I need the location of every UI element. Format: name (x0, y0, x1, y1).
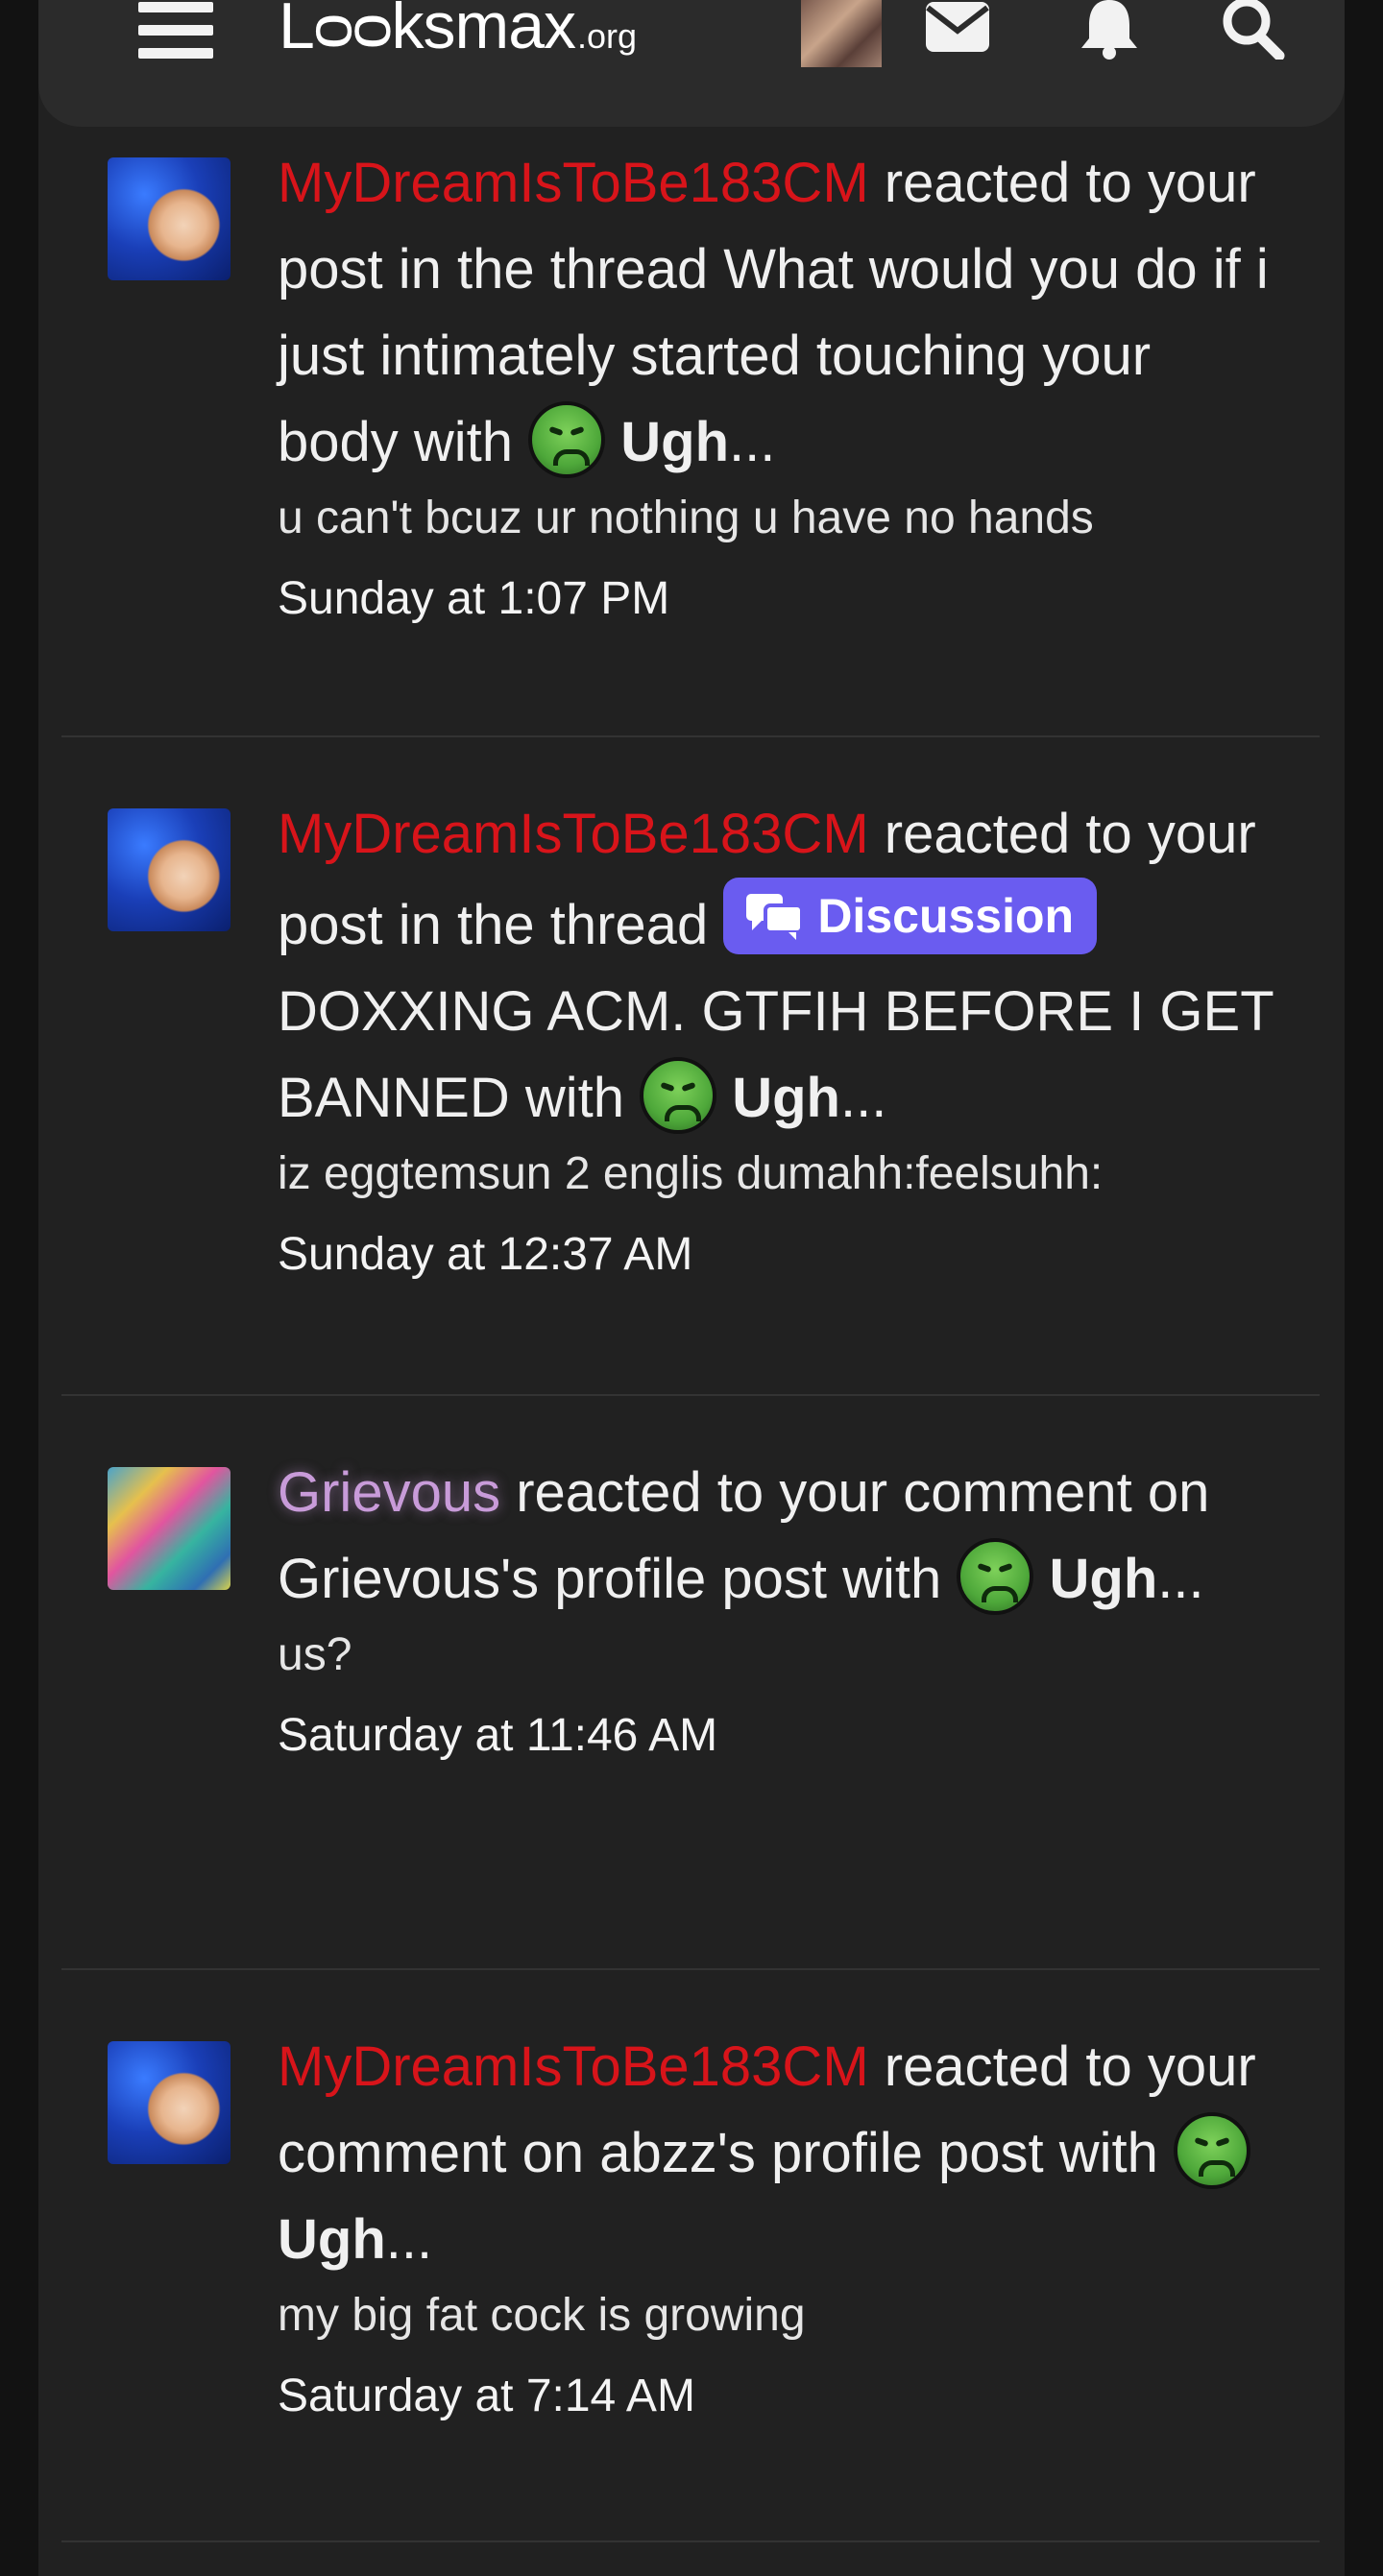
right-gutter (1345, 0, 1383, 2576)
alert-message: MyDreamIsToBe183CM reacted to your post … (278, 140, 1281, 486)
alert-snippet: iz eggtemsun 2 englis dumahh:feelsuhh: (278, 1148, 1104, 1199)
alert-snippet: us? (278, 1629, 352, 1680)
logo-text: Lᴑᴑksmax (279, 0, 576, 62)
thread-prefix-badge[interactable]: Discussion (723, 878, 1098, 954)
username-link[interactable]: MyDreamIsToBe183CM (278, 152, 869, 214)
top-navbar: Lᴑᴑksmax .org (38, 0, 1345, 127)
reaction-suffix: ... (1157, 1548, 1204, 1610)
reaction-label: Ugh (1049, 1548, 1158, 1610)
alert-time: Sunday at 12:37 AM (278, 1229, 693, 1280)
username-link[interactable]: Grievous (278, 1461, 500, 1524)
logo-suffix: .org (577, 16, 638, 56)
envelope-icon[interactable] (924, 2, 991, 54)
alert-message: MyDreamIsToBe183CM reacted to your post … (278, 791, 1281, 1142)
bell-icon[interactable] (1078, 0, 1141, 60)
account-avatar[interactable] (801, 0, 882, 67)
nauseated-face-icon (1174, 2112, 1251, 2189)
alert-snippet: u can't bcuz ur nothing u have no hands (278, 493, 1094, 543)
avatar[interactable] (108, 808, 230, 931)
search-icon[interactable] (1222, 0, 1285, 60)
username-link[interactable]: MyDreamIsToBe183CM (278, 803, 869, 865)
reaction-suffix: ... (729, 411, 776, 473)
chat-bubbles-icon (746, 894, 805, 940)
alert-message: MyDreamIsToBe183CM reacted to your comme… (278, 2024, 1281, 2283)
alert-message: Grievous reacted to your comment on Grie… (278, 1450, 1281, 1623)
avatar[interactable] (108, 157, 230, 280)
reaction-suffix: ... (839, 1067, 887, 1129)
avatar[interactable] (108, 1467, 230, 1590)
reaction-label: Ugh (620, 411, 730, 473)
reaction-suffix: ... (385, 2208, 433, 2271)
alerts-page: Lᴑᴑksmax .org MyDreamIsToBe183CM reacted… (0, 0, 1383, 2576)
alert-item[interactable]: MyDreamIsToBe183CM reacted to your post … (61, 737, 1320, 1396)
nauseated-face-icon (957, 1538, 1034, 1615)
site-logo[interactable]: Lᴑᴑksmax .org (279, 0, 637, 65)
avatar[interactable] (108, 2041, 230, 2164)
alert-time: Saturday at 11:46 AM (278, 1710, 718, 1761)
alert-time: Sunday at 1:07 PM (278, 573, 670, 624)
left-gutter (0, 0, 38, 2576)
reaction-label: Ugh (278, 2208, 386, 2271)
nauseated-face-icon (528, 401, 606, 478)
alert-time: Saturday at 7:14 AM (278, 2371, 695, 2421)
reaction-label: Ugh (732, 1067, 840, 1129)
prefix-label: Discussion (817, 889, 1075, 943)
alert-item[interactable]: MyDreamIsToBe183CM reacted to your comme… (61, 1970, 1320, 2542)
username-link[interactable]: MyDreamIsToBe183CM (278, 2035, 869, 2098)
hamburger-icon[interactable] (138, 2, 213, 61)
alerts-list: MyDreamIsToBe183CM reacted to your post … (61, 134, 1320, 2542)
nauseated-face-icon (640, 1057, 717, 1134)
alert-item[interactable]: Grievous reacted to your comment on Grie… (61, 1396, 1320, 1970)
alert-snippet: my big fat cock is growing (278, 2290, 806, 2341)
alert-item[interactable]: MyDreamIsToBe183CM reacted to your post … (61, 134, 1320, 737)
